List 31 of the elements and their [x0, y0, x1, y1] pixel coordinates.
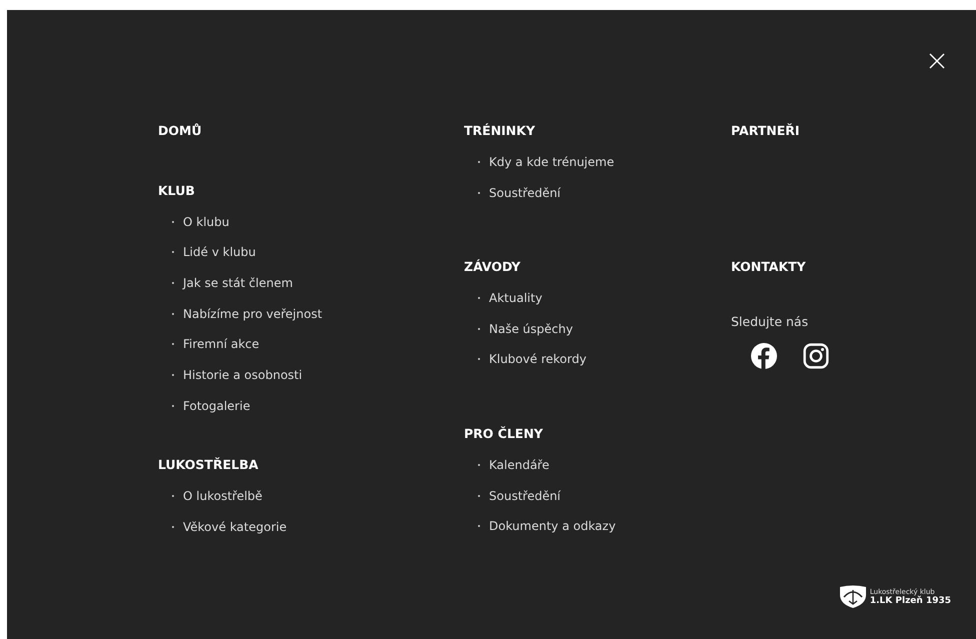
- facebook-icon[interactable]: [751, 343, 777, 370]
- menu-heading-link[interactable]: PARTNEŘI: [731, 116, 800, 147]
- shield-bow-icon: [838, 585, 867, 609]
- menu-link[interactable]: Aktuality: [489, 291, 542, 306]
- menu-link[interactable]: Fotogalerie: [183, 398, 250, 413]
- menu-link[interactable]: Věkové kategorie: [183, 520, 287, 534]
- instagram-icon[interactable]: [803, 343, 829, 370]
- menu-heading-link[interactable]: ZÁVODY: [464, 252, 520, 283]
- close-icon: [929, 53, 945, 69]
- menu-link[interactable]: Firemní akce: [183, 337, 260, 352]
- menu-link[interactable]: O klubu: [183, 214, 230, 229]
- menu-link[interactable]: Soustředění: [489, 186, 561, 200]
- menu-heading-link[interactable]: KONTAKTY: [731, 252, 806, 282]
- menu-link[interactable]: Lidé v klubu: [183, 245, 256, 260]
- menu-link[interactable]: Historie a osobnosti: [183, 368, 302, 382]
- menu-link[interactable]: Soustředění: [489, 488, 561, 503]
- menu-link[interactable]: Jak se stát členem: [183, 276, 293, 290]
- menu-link[interactable]: Naše úspěchy: [489, 322, 573, 336]
- menu-link[interactable]: Klubové rekordy: [489, 352, 586, 366]
- menu-heading-link[interactable]: PRO ČLENY: [464, 418, 543, 450]
- menu-link[interactable]: O lukostřelbě: [183, 489, 262, 504]
- menu-link[interactable]: Kalendáře: [489, 458, 550, 472]
- menu-link[interactable]: Dokumenty a odkazy: [489, 519, 616, 534]
- menu-heading-link[interactable]: LUKOSTŘELBA: [158, 450, 258, 481]
- logo-title: 1.LK Plzeň 1935: [870, 596, 951, 606]
- menu-heading-link[interactable]: TRÉNINKY: [464, 116, 536, 147]
- menu-link[interactable]: Nabízíme pro veřejnost: [183, 306, 322, 321]
- follow-label: Sledujte nás: [731, 314, 808, 330]
- menu-heading-link[interactable]: KLUB: [158, 176, 195, 206]
- menu-link[interactable]: Kdy a kde trénujeme: [489, 155, 614, 170]
- menu-heading-link[interactable]: DOMŮ: [158, 116, 202, 147]
